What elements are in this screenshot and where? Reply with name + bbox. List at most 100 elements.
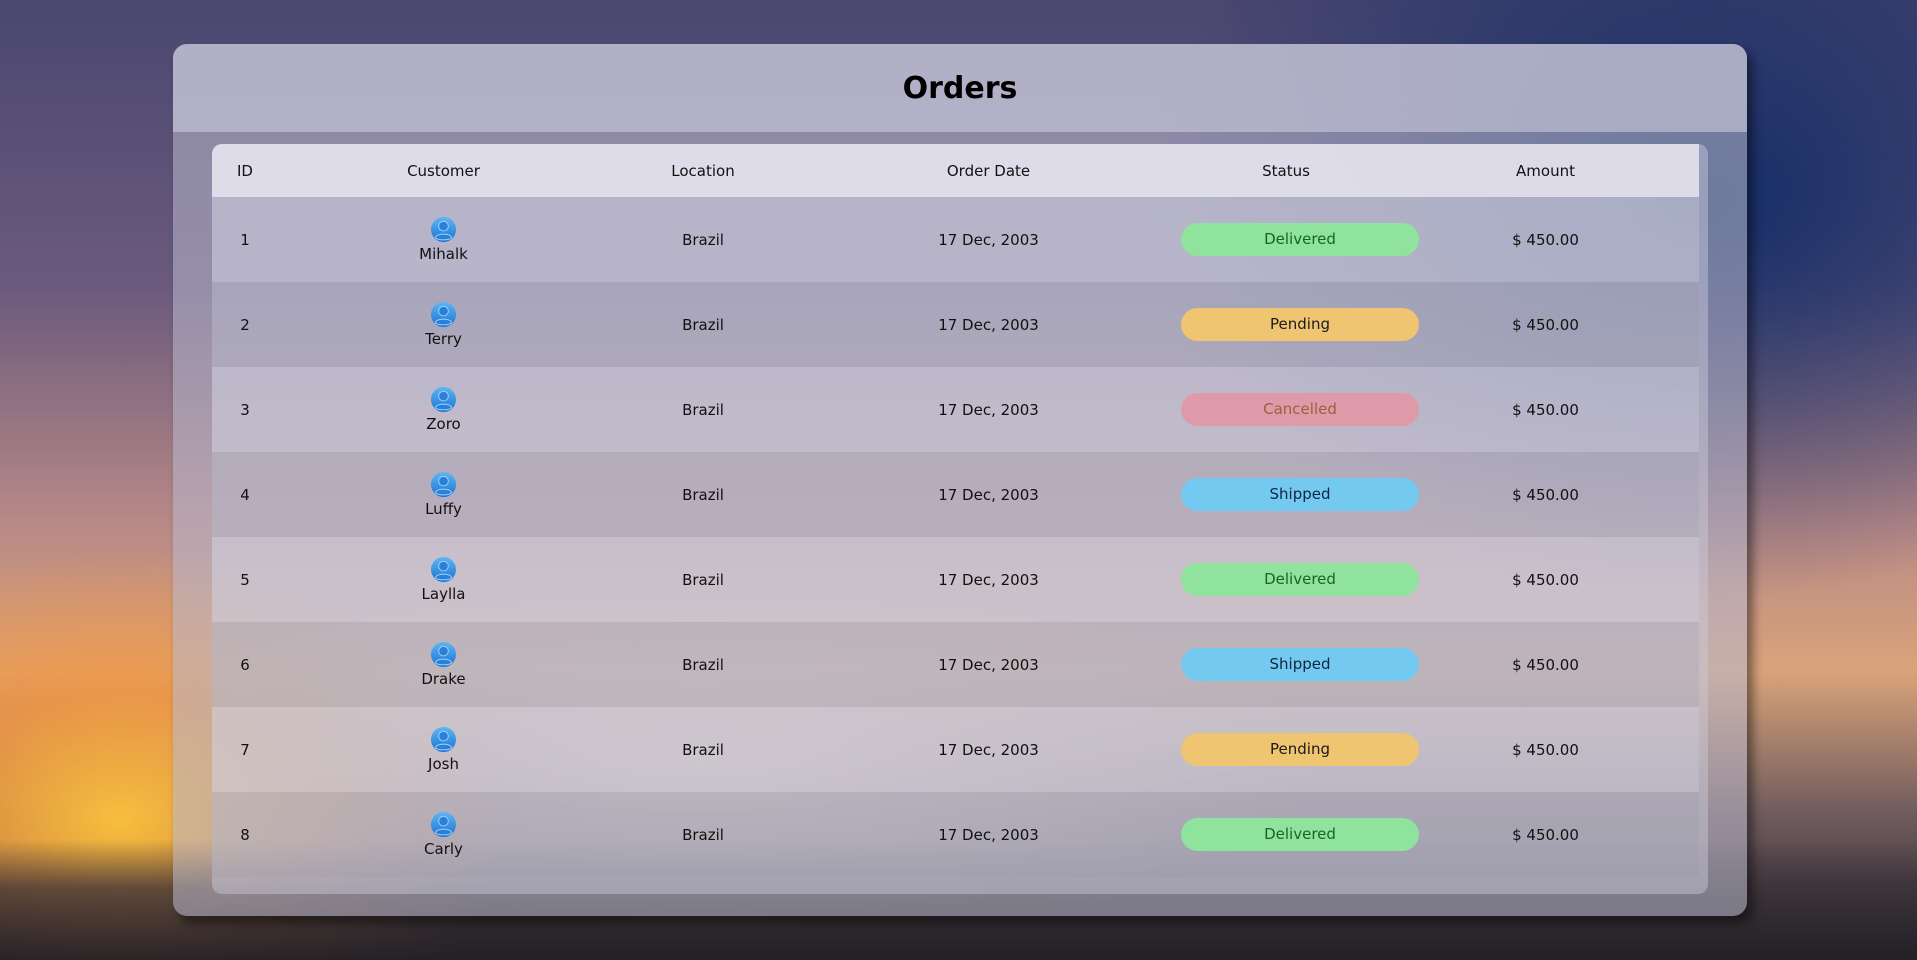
user-avatar-icon — [430, 641, 457, 668]
order-id-cell: 4 — [212, 452, 278, 537]
amount-cell: $ 450.00 — [1392, 707, 1699, 792]
customer-name: Drake — [421, 670, 466, 688]
customer-cell: Carly — [278, 792, 609, 877]
amount-cell: $ 450.00 — [1392, 537, 1699, 622]
card-header: Orders — [173, 44, 1747, 132]
order-id-cell: 1 — [212, 197, 278, 282]
table-row[interactable]: 2 Terry Brazil 17 Dec, 2003 Pending $ 45… — [212, 282, 1699, 367]
customer-cell: Josh — [278, 707, 609, 792]
status-badge: Pending — [1181, 308, 1419, 341]
location: Brazil — [682, 400, 724, 419]
location-cell: Brazil — [609, 622, 797, 707]
user-avatar-icon — [430, 216, 457, 243]
amount-cell: $ 450.00 — [1392, 197, 1699, 282]
order-id-cell: 3 — [212, 367, 278, 452]
order-date: 17 Dec, 2003 — [938, 400, 1039, 419]
customer-name: Zoro — [426, 415, 461, 433]
column-header-amount: Amount — [1516, 161, 1575, 180]
order-date: 17 Dec, 2003 — [938, 655, 1039, 674]
status-cell: Pending — [1180, 707, 1419, 792]
customer: Terry — [279, 301, 608, 348]
order-id-cell: 8 — [212, 792, 278, 877]
order-date: 17 Dec, 2003 — [938, 570, 1039, 589]
status-badge: Delivered — [1181, 818, 1419, 851]
customer: Drake — [279, 641, 608, 688]
amount-cell: $ 450.00 — [1392, 622, 1699, 707]
location-cell: Brazil — [609, 367, 797, 452]
order-id: 2 — [240, 315, 250, 334]
customer-cell: Luffy — [278, 452, 609, 537]
location: Brazil — [682, 230, 724, 249]
status-cell: Delivered — [1180, 792, 1419, 877]
customer-name: Laylla — [421, 585, 466, 603]
header-row: ID Customer Location Order Date Status A… — [212, 144, 1699, 197]
status-cell: Pending — [1180, 282, 1419, 367]
customer-cell: Zoro — [278, 367, 609, 452]
user-avatar-icon — [430, 556, 457, 583]
order-id: 6 — [240, 655, 250, 674]
table-row[interactable]: 6 Drake Brazil 17 Dec, 2003 Shipped $ 45… — [212, 622, 1699, 707]
order-date-cell: 17 Dec, 2003 — [797, 792, 1180, 877]
column-header-customer: Customer — [407, 161, 480, 180]
amount: $ 450.00 — [1512, 315, 1579, 334]
location-cell: Brazil — [609, 537, 797, 622]
amount: $ 450.00 — [1512, 570, 1579, 589]
status-cell: Delivered — [1180, 197, 1419, 282]
column-header-id: ID — [237, 161, 253, 180]
order-date-cell: 17 Dec, 2003 — [797, 707, 1180, 792]
amount: $ 450.00 — [1512, 825, 1579, 844]
order-date-cell: 17 Dec, 2003 — [797, 197, 1180, 282]
location: Brazil — [682, 485, 724, 504]
user-avatar-icon — [430, 811, 457, 838]
order-date-cell: 17 Dec, 2003 — [797, 452, 1180, 537]
customer: Laylla — [279, 556, 608, 603]
column-header-status: Status — [1262, 161, 1310, 180]
amount: $ 450.00 — [1512, 655, 1579, 674]
location-cell: Brazil — [609, 197, 797, 282]
order-id-cell: 5 — [212, 537, 278, 622]
table-row[interactable]: 7 Josh Brazil 17 Dec, 2003 Pending $ 450… — [212, 707, 1699, 792]
table-row[interactable]: 4 Luffy Brazil 17 Dec, 2003 Shipped $ 45… — [212, 452, 1699, 537]
status-badge: Pending — [1181, 733, 1419, 766]
status-badge: Cancelled — [1181, 393, 1419, 426]
customer-cell: Drake — [278, 622, 609, 707]
status-cell: Delivered — [1180, 537, 1419, 622]
customer-cell: Terry — [278, 282, 609, 367]
table-row[interactable]: 8 Carly Brazil 17 Dec, 2003 Delivered $ … — [212, 792, 1699, 877]
order-id: 1 — [240, 230, 250, 249]
status-badge: Delivered — [1181, 223, 1419, 256]
amount: $ 450.00 — [1512, 400, 1579, 419]
user-avatar-icon — [430, 471, 457, 498]
table-row[interactable]: 5 Laylla Brazil 17 Dec, 2003 Delivered $… — [212, 537, 1699, 622]
location: Brazil — [682, 740, 724, 759]
order-id: 8 — [240, 825, 250, 844]
customer-cell: Laylla — [278, 537, 609, 622]
location-cell: Brazil — [609, 282, 797, 367]
customer-name: Mihalk — [419, 245, 468, 263]
order-id-cell: 7 — [212, 707, 278, 792]
table-row[interactable]: 3 Zoro Brazil 17 Dec, 2003 Cancelled $ 4… — [212, 367, 1699, 452]
location: Brazil — [682, 825, 724, 844]
order-id-cell: 6 — [212, 622, 278, 707]
order-id: 4 — [240, 485, 250, 504]
customer: Zoro — [279, 386, 608, 433]
location-cell: Brazil — [609, 707, 797, 792]
customer-name: Carly — [424, 840, 463, 858]
table-row[interactable]: 1 Mihalk Brazil 17 Dec, 2003 Delivered $… — [212, 197, 1699, 282]
status-badge: Shipped — [1181, 478, 1419, 511]
amount: $ 450.00 — [1512, 485, 1579, 504]
order-date-cell: 17 Dec, 2003 — [797, 367, 1180, 452]
status-cell: Shipped — [1180, 452, 1419, 537]
orders-table-container[interactable]: ID Customer Location Order Date Status A… — [212, 144, 1708, 894]
location-cell: Brazil — [609, 792, 797, 877]
location: Brazil — [682, 655, 724, 674]
status-badge: Shipped — [1181, 648, 1419, 681]
customer-name: Luffy — [425, 500, 462, 518]
column-header-location: Location — [671, 161, 735, 180]
customer: Josh — [279, 726, 608, 773]
orders-table: ID Customer Location Order Date Status A… — [212, 144, 1699, 877]
order-date: 17 Dec, 2003 — [938, 230, 1039, 249]
amount-cell: $ 450.00 — [1392, 792, 1699, 877]
order-date-cell: 17 Dec, 2003 — [797, 282, 1180, 367]
table-body: 1 Mihalk Brazil 17 Dec, 2003 Delivered $… — [212, 197, 1699, 877]
